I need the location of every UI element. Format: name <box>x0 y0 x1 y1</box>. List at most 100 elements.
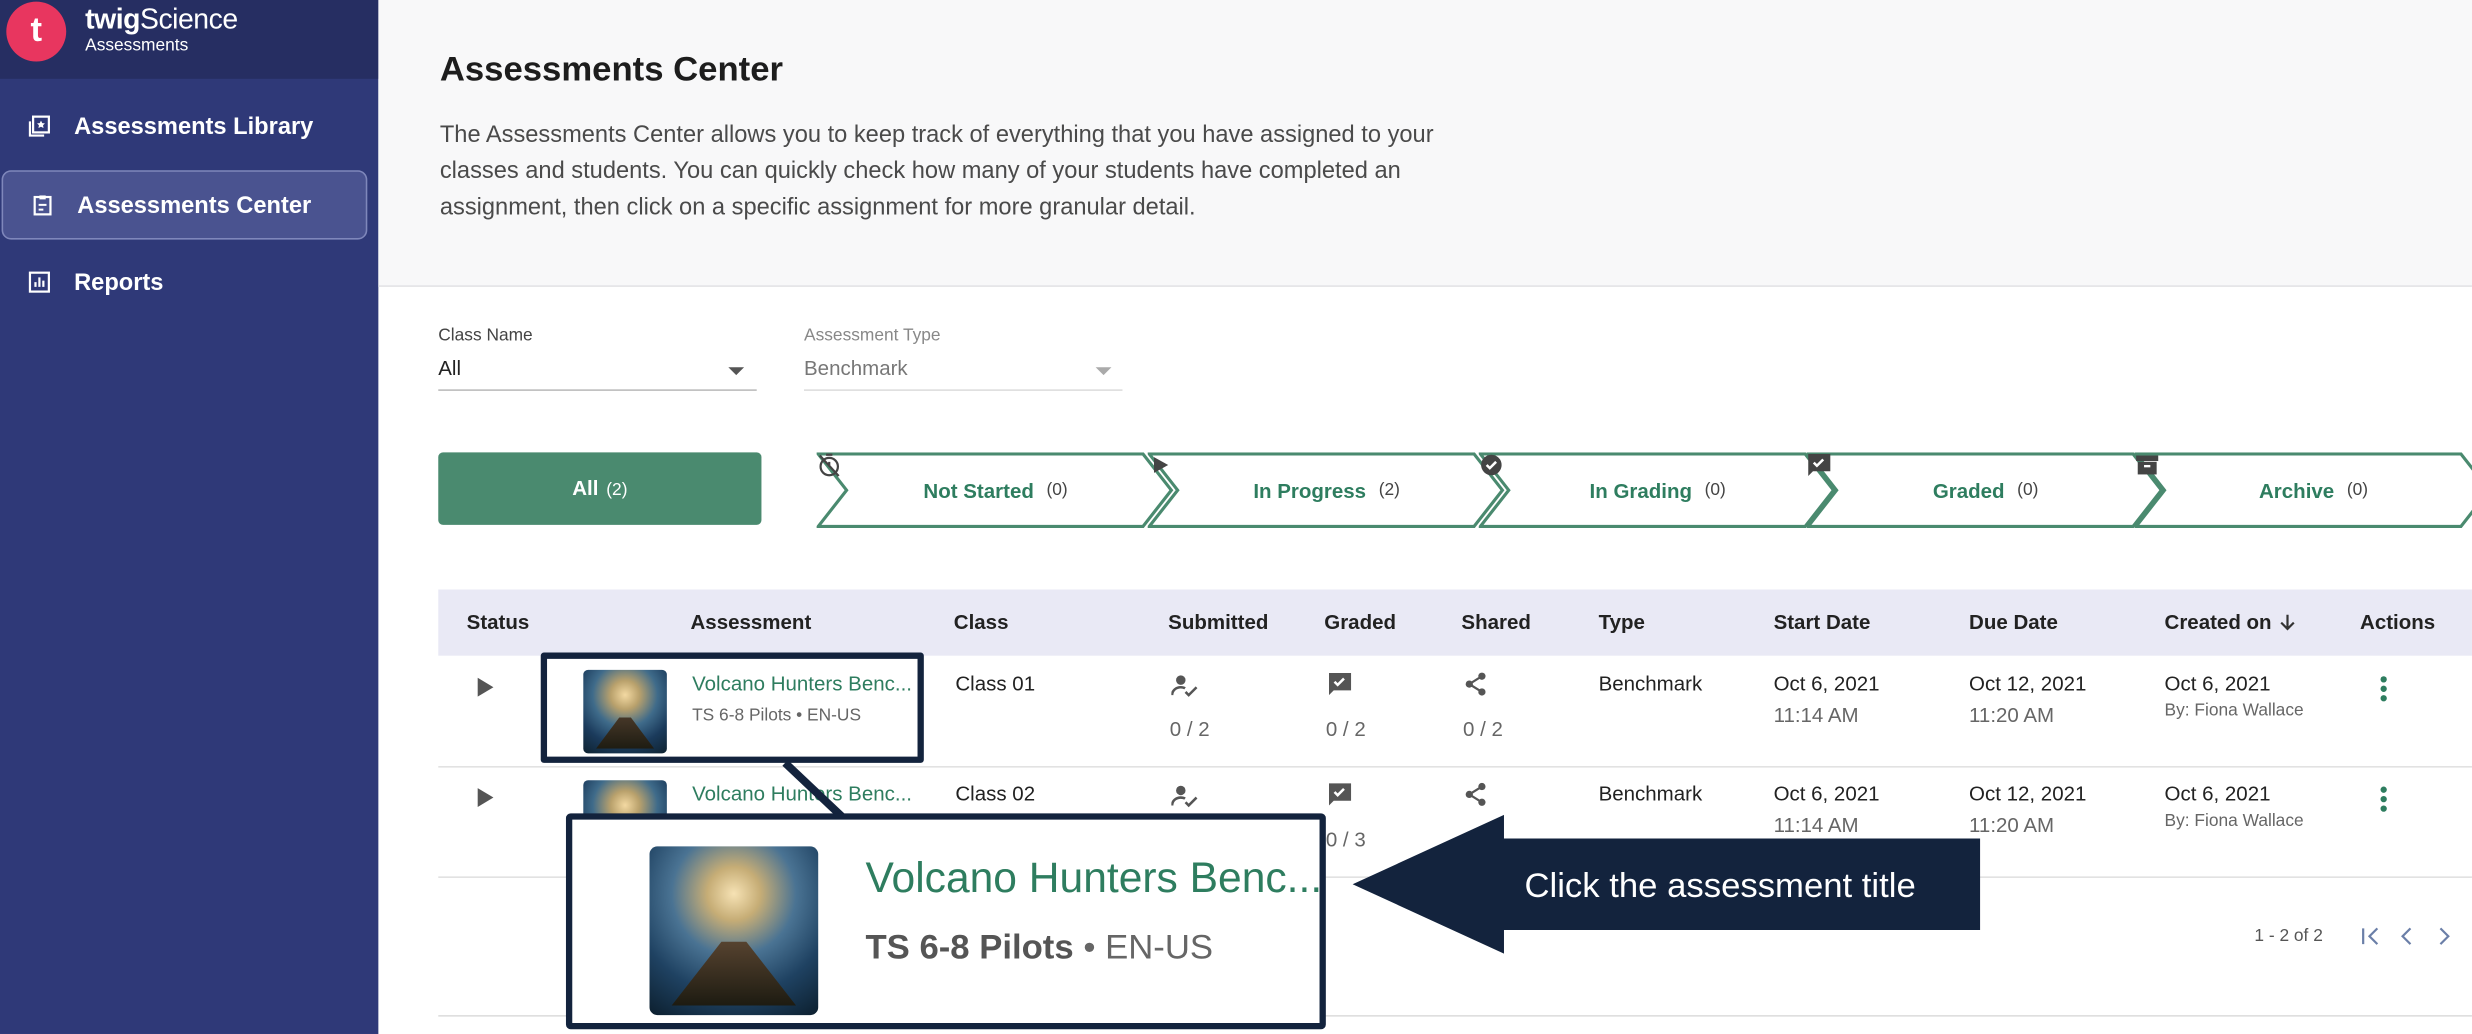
due-date: Oct 12, 2021 <box>1969 671 2087 696</box>
tab-count: (0) <box>2017 480 2039 500</box>
created-date: Oct 6, 2021 <box>2164 671 2271 696</box>
graded-icon <box>1808 453 1831 477</box>
pagination-summary: 1 - 2 of 2 <box>2254 926 2323 946</box>
column-header-type[interactable]: Type <box>1599 610 1645 634</box>
page-description: The Assessments Center allows you to kee… <box>439 121 1434 221</box>
tab-count: (0) <box>1704 480 1726 500</box>
tab-in-progress[interactable]: In Progress (2) <box>1147 452 1506 529</box>
tab-not-started[interactable]: Not Started (0) <box>816 452 1175 529</box>
shared-count: 0 / 2 <box>1462 717 1503 741</box>
tab-count: (0) <box>2346 480 2369 500</box>
tab-archive[interactable]: Archive (0) <box>2134 452 2472 529</box>
archive-icon <box>2136 455 2159 475</box>
chevron-down-icon[interactable] <box>728 367 745 376</box>
tab-graded[interactable]: Graded (0) <box>1806 452 2165 529</box>
sidebar-item-label: Reports <box>74 269 164 297</box>
next-page-icon[interactable] <box>2434 927 2453 946</box>
column-header-shared[interactable]: Shared <box>1461 610 1530 634</box>
zoom-thumbnail <box>649 846 819 1016</box>
column-header-submitted[interactable]: Submitted <box>1168 610 1268 634</box>
graded-count: 0 / 2 <box>1325 717 1366 741</box>
brand-name-rest: Science <box>139 3 238 35</box>
submitted-count: 0 / 2 <box>1169 717 1210 741</box>
chart-icon <box>28 271 50 293</box>
column-header-start-date[interactable]: Start Date <box>1774 610 1871 634</box>
class-name: Class 01 <box>955 671 1036 696</box>
submitted-icon <box>1171 785 1198 808</box>
tab-count: (2) <box>606 480 628 500</box>
tab-label: All <box>572 476 599 500</box>
class-name-label: Class Name <box>438 326 533 346</box>
tab-label: Archive <box>2259 478 2335 503</box>
more-actions-icon[interactable] <box>2380 676 2387 702</box>
sidebar-item-reports[interactable]: Reports <box>0 249 366 318</box>
assessment-type: Benchmark <box>1598 781 1703 806</box>
connector-line <box>782 760 845 820</box>
class-name-select[interactable]: All <box>438 356 461 380</box>
grading-icon <box>1481 454 1502 476</box>
start-date: Oct 6, 2021 <box>1773 671 1880 696</box>
first-page-icon[interactable] <box>2360 927 2382 946</box>
tab-label: In Progress <box>1253 478 1367 503</box>
class-name-underline <box>438 389 757 391</box>
assessment-type-underline <box>804 389 1123 391</box>
sidebar-item-assessments-library[interactable]: Assessments Library <box>0 93 366 162</box>
previous-page-icon[interactable] <box>2398 927 2417 946</box>
column-header-due-date[interactable]: Due Date <box>1969 610 2058 634</box>
column-header-status[interactable]: Status <box>467 610 530 634</box>
page-title: Assessments Center <box>439 48 784 89</box>
library-icon <box>28 115 50 137</box>
class-name: Class 02 <box>955 781 1036 806</box>
start-time: 11:14 AM <box>1773 702 1859 727</box>
assessment-type-label: Assessment Type <box>804 326 941 346</box>
brand-subtitle: Assessments <box>85 36 189 56</box>
zoom-assessment-title: Volcano Hunters Benc... <box>865 854 1323 902</box>
brand-header[interactable]: t twigScience Assessments <box>0 0 379 79</box>
tab-count: (0) <box>1046 480 1068 500</box>
created-by: By: Fiona Wallace <box>2164 701 2304 721</box>
sidebar: t twigScience Assessments Assessments Li… <box>0 0 379 1034</box>
instruction-text: Click the assessment title <box>1524 865 1916 905</box>
sort-arrow-down-icon[interactable] <box>2278 613 2297 632</box>
due-date: Oct 12, 2021 <box>1969 781 2087 806</box>
assessment-type-select[interactable]: Benchmark <box>804 356 908 380</box>
share-icon <box>1465 672 1486 696</box>
play-icon[interactable] <box>477 788 494 808</box>
play-icon <box>1153 457 1169 473</box>
column-header-created-on[interactable]: Created on <box>2165 610 2272 634</box>
play-icon[interactable] <box>477 677 494 697</box>
brand-logo: t <box>6 1 67 62</box>
tab-label: Graded <box>1932 478 2005 503</box>
tab-count: (2) <box>1378 480 1400 500</box>
due-time: 11:20 AM <box>1969 702 2055 727</box>
share-icon <box>1465 782 1486 806</box>
column-header-assessment[interactable]: Assessment <box>691 610 812 634</box>
sidebar-item-assessments-center[interactable]: Assessments Center <box>1 170 368 240</box>
brand-name-bold: twig <box>85 3 140 35</box>
sidebar-item-label: Assessments Center <box>77 192 312 220</box>
start-date: Oct 6, 2021 <box>1773 781 1880 806</box>
graded-icon <box>1328 783 1352 806</box>
assessment-type: Benchmark <box>1598 671 1703 696</box>
tab-label: Not Started <box>923 478 1034 503</box>
submitted-icon <box>1171 675 1198 697</box>
sidebar-item-label: Assessments Library <box>74 113 314 141</box>
more-actions-icon[interactable] <box>2380 786 2387 812</box>
timer-off-icon <box>818 453 840 477</box>
tab-all[interactable]: All (2) <box>438 452 762 525</box>
tab-in-grading[interactable]: In Grading (0) <box>1478 452 1837 529</box>
zoom-assessment-meta: TS 6-8 Pilots • EN-US <box>865 927 1213 968</box>
table-header: Status Assessment Class Submitted Graded… <box>438 589 2472 656</box>
created-by: By: Fiona Wallace <box>2164 811 2304 831</box>
column-header-graded[interactable]: Graded <box>1324 610 1396 634</box>
clipboard-icon <box>33 195 52 216</box>
chevron-down-icon[interactable] <box>1095 367 1112 376</box>
row-divider <box>438 766 2472 768</box>
zoom-meta-rest: • EN-US <box>1083 926 1214 967</box>
tab-label: In Grading <box>1589 478 1693 503</box>
created-date: Oct 6, 2021 <box>2164 781 2271 806</box>
brand-name: twigScience <box>85 3 238 36</box>
column-header-class[interactable]: Class <box>954 610 1009 634</box>
zoom-meta-bold: TS 6-8 Pilots <box>865 926 1074 967</box>
graded-icon <box>1328 673 1352 696</box>
